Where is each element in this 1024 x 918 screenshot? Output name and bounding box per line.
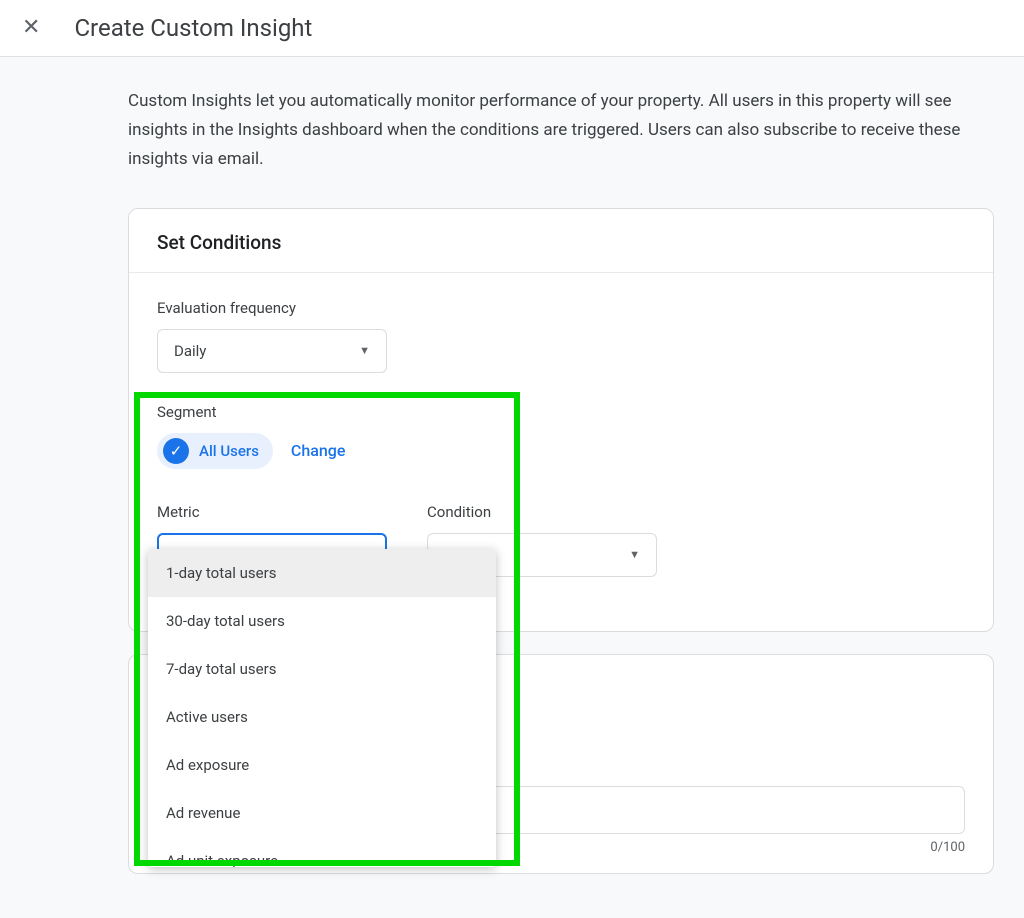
page-title: Create Custom Insight bbox=[74, 14, 312, 42]
condition-label: Condition bbox=[427, 503, 657, 521]
check-icon: ✓ bbox=[163, 438, 189, 464]
modal-header: ✕ Create Custom Insight bbox=[0, 0, 1024, 57]
metric-dropdown-menu[interactable]: 1-day total users30-day total users7-day… bbox=[148, 549, 496, 867]
metric-option[interactable]: Ad exposure bbox=[148, 741, 496, 789]
segment-chip-label: All Users bbox=[199, 442, 259, 460]
change-segment-link[interactable]: Change bbox=[291, 441, 346, 460]
evaluation-frequency-label: Evaluation frequency bbox=[157, 299, 965, 317]
chevron-down-icon: ▼ bbox=[629, 548, 640, 561]
evaluation-frequency-value: Daily bbox=[174, 342, 206, 360]
metric-option[interactable]: 7-day total users bbox=[148, 645, 496, 693]
metric-option[interactable]: 1-day total users bbox=[148, 549, 496, 597]
metric-option[interactable]: Ad unit exposure bbox=[148, 837, 496, 867]
close-icon[interactable]: ✕ bbox=[22, 17, 40, 39]
chevron-down-icon: ▼ bbox=[359, 344, 370, 357]
metric-option[interactable]: Active users bbox=[148, 693, 496, 741]
segment-label: Segment bbox=[157, 403, 965, 421]
segment-chip[interactable]: ✓ All Users bbox=[157, 433, 273, 469]
conditions-title: Set Conditions bbox=[157, 231, 965, 254]
intro-text: Custom Insights let you automatically mo… bbox=[128, 87, 998, 174]
evaluation-frequency-select[interactable]: Daily ▼ bbox=[157, 329, 387, 373]
metric-option[interactable]: 30-day total users bbox=[148, 597, 496, 645]
metric-label: Metric bbox=[157, 503, 387, 521]
metric-option[interactable]: Ad revenue bbox=[148, 789, 496, 837]
